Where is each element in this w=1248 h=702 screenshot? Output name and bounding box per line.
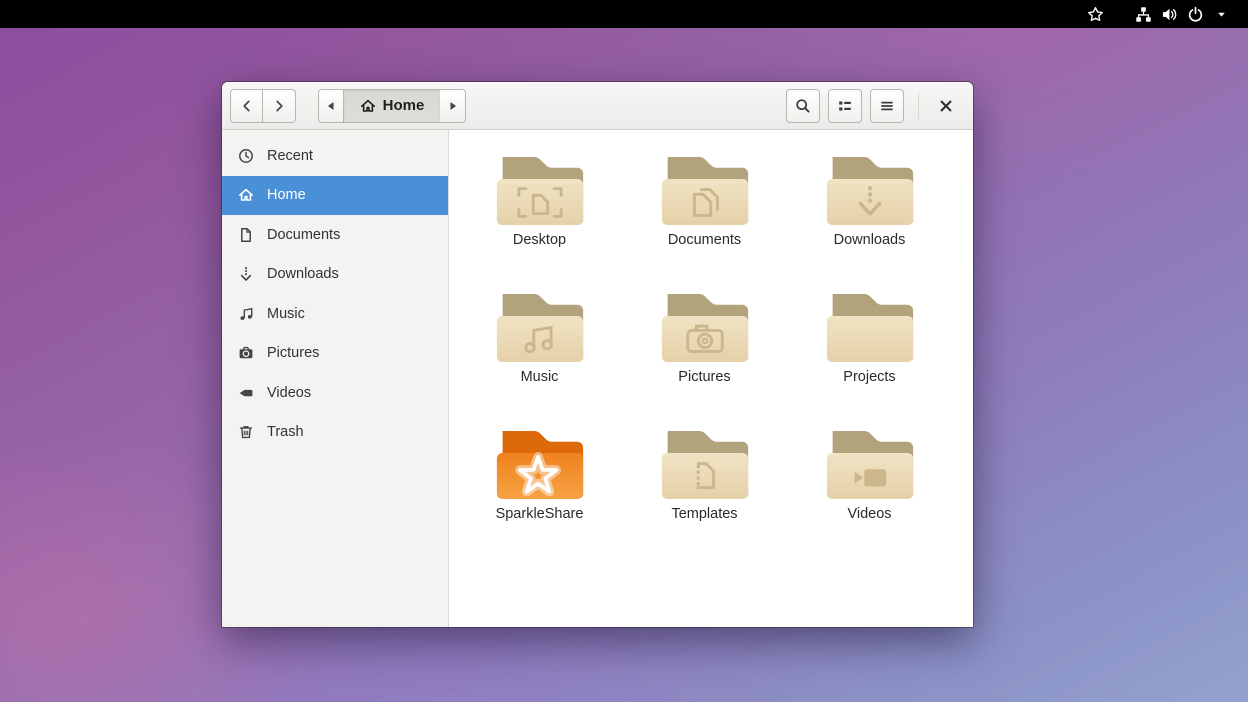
folder-documents[interactable]: Documents [622, 150, 787, 287]
folder-downloads[interactable]: Downloads [787, 150, 952, 287]
sidebar-item-label: Home [267, 187, 306, 203]
folder-templates[interactable]: Templates [622, 424, 787, 561]
sidebar: Recent Home Documents Downloads Music Picture… [222, 130, 449, 627]
path-bar: Home [318, 89, 466, 123]
headerbar-right [778, 89, 973, 123]
sidebar-item-documents[interactable]: Documents [222, 215, 448, 255]
pictures-icon [237, 345, 254, 362]
forward-button[interactable] [263, 89, 296, 123]
folder-icon [659, 427, 751, 502]
folder-label: Documents [668, 232, 741, 248]
desktop: Home [0, 0, 1248, 702]
sidebar-item-label: Recent [267, 148, 313, 164]
back-button[interactable] [230, 89, 263, 123]
music-icon [237, 305, 254, 322]
headerbar-separator [918, 93, 919, 119]
folder-label: Desktop [513, 232, 566, 248]
folder-icon [659, 153, 751, 228]
chevron-down-icon[interactable] [1208, 1, 1234, 27]
folder-desktop[interactable]: Desktop [457, 150, 622, 287]
recent-clock-icon [237, 147, 254, 164]
home-icon [360, 98, 376, 114]
folder-pictures[interactable]: Pictures [622, 287, 787, 424]
sidebar-item-downloads[interactable]: Downloads [222, 255, 448, 295]
folder-icon [494, 153, 586, 228]
sidebar-item-label: Music [267, 306, 305, 322]
view-list-button[interactable] [828, 89, 862, 123]
sidebar-item-recent[interactable]: Recent [222, 136, 448, 176]
trash-icon [237, 424, 254, 441]
downloads-icon [237, 266, 254, 283]
files-grid: Desktop Documents Downloads Music [457, 150, 973, 561]
folder-label: Downloads [834, 232, 906, 248]
shell-top-bar [0, 0, 1248, 28]
window-body: Recent Home Documents Downloads Music Picture… [222, 130, 973, 627]
home-icon [237, 187, 254, 204]
folder-label: SparkleShare [496, 506, 584, 522]
folder-label: Music [521, 369, 559, 385]
sidebar-item-label: Documents [267, 227, 340, 243]
menu-button[interactable] [870, 89, 904, 123]
folder-label: Templates [671, 506, 737, 522]
documents-icon [237, 226, 254, 243]
folder-icon [659, 290, 751, 365]
sidebar-item-label: Downloads [267, 266, 339, 282]
folder-projects[interactable]: Projects [787, 287, 952, 424]
sidebar-item-home[interactable]: Home [222, 176, 448, 216]
volume-icon[interactable] [1156, 1, 1182, 27]
sidebar-item-label: Trash [267, 424, 304, 440]
folder-icon [824, 427, 916, 502]
sidebar-item-label: Pictures [267, 345, 319, 361]
folder-icon [494, 290, 586, 365]
folder-videos[interactable]: Videos [787, 424, 952, 561]
videos-icon [237, 384, 254, 401]
folder-icon [824, 290, 916, 365]
file-manager-window: Home [222, 82, 973, 627]
network-workgroup-icon[interactable] [1130, 1, 1156, 27]
power-icon[interactable] [1182, 1, 1208, 27]
sidebar-item-videos[interactable]: Videos [222, 373, 448, 413]
folder-music[interactable]: Music [457, 287, 622, 424]
file-view: Desktop Documents Downloads Music [449, 130, 973, 627]
nav-buttons [230, 89, 296, 123]
sidebar-item-label: Videos [267, 385, 311, 401]
folder-icon [494, 427, 586, 502]
close-button[interactable] [931, 91, 961, 121]
folder-label: Videos [847, 506, 891, 522]
folder-icon [824, 153, 916, 228]
sidebar-item-trash[interactable]: Trash [222, 413, 448, 453]
folder-label: Pictures [678, 369, 730, 385]
path-segment-home[interactable]: Home [344, 89, 440, 123]
sidebar-item-music[interactable]: Music [222, 294, 448, 334]
favorites-star-icon[interactable] [1082, 1, 1108, 27]
path-segment-label: Home [383, 97, 425, 114]
folder-sparkleshare[interactable]: SparkleShare [457, 424, 622, 561]
folder-label: Projects [843, 369, 895, 385]
sidebar-item-pictures[interactable]: Pictures [222, 334, 448, 374]
path-previous-button[interactable] [318, 89, 344, 123]
path-next-button[interactable] [440, 89, 466, 123]
search-button[interactable] [786, 89, 820, 123]
headerbar: Home [222, 82, 973, 130]
